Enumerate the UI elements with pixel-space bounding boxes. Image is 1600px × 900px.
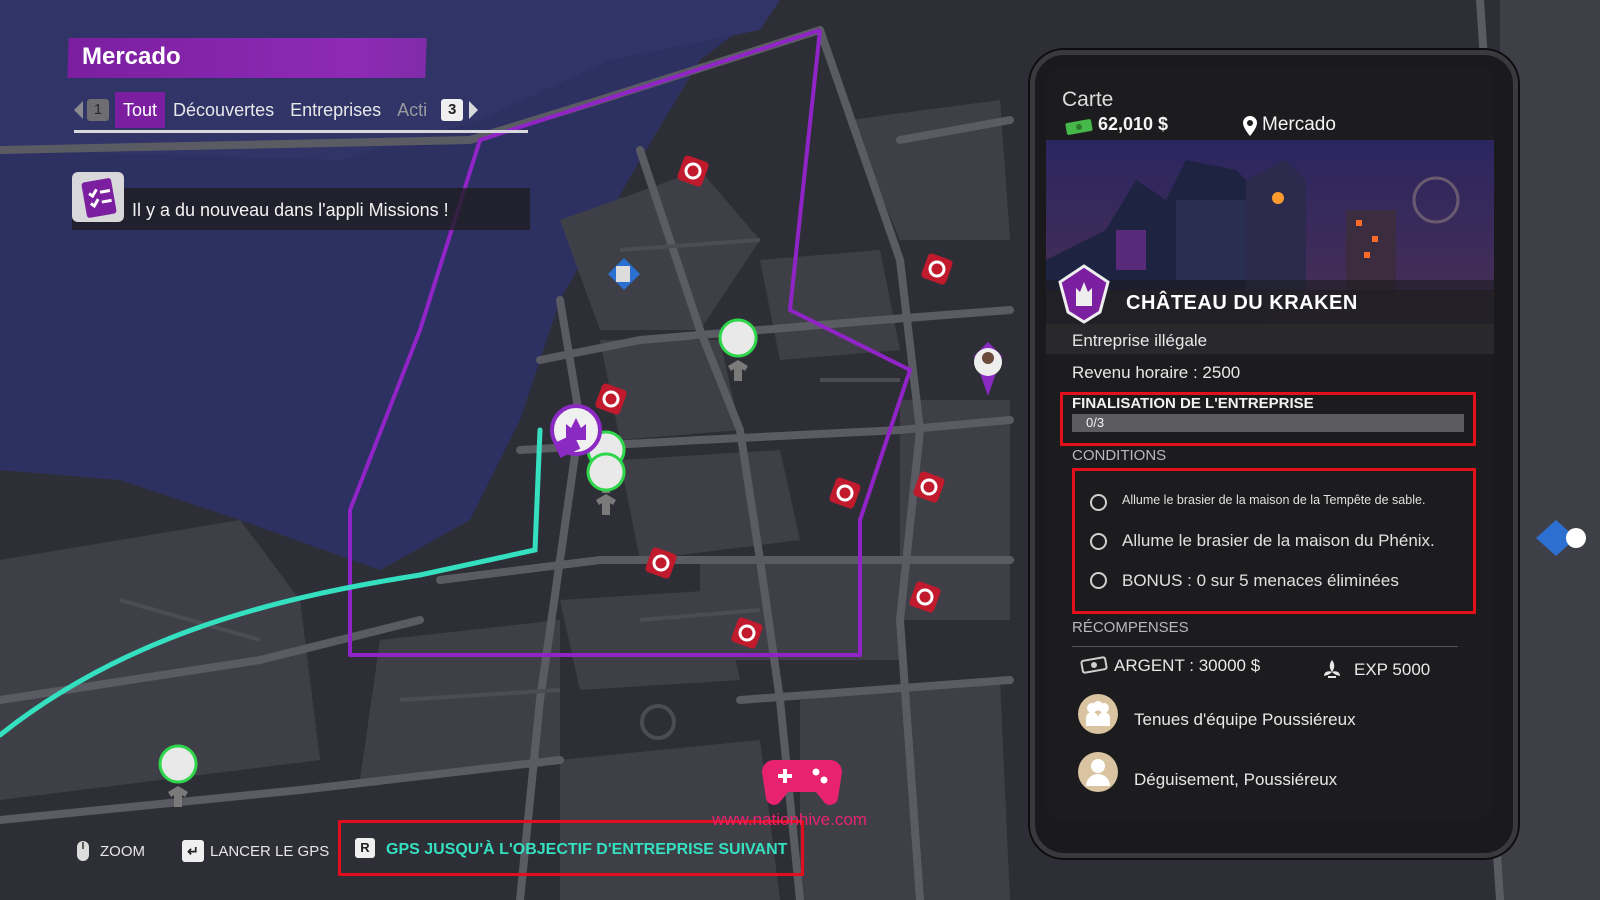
cash-icon [1064,118,1094,141]
notification-text: Il y a du nouveau dans l'appli Missions … [132,200,449,220]
location-name: Mercado [1262,114,1336,135]
reward-money: ARGENT : 30000 $ [1114,656,1261,675]
missions-app-icon [72,172,124,222]
completion-progress-track [1072,414,1464,432]
condition-1-radio [1090,494,1107,511]
rewards-label: RÉCOMPENSES [1072,619,1189,636]
tab-activities[interactable]: Acti [389,92,441,128]
tab-prev-key[interactable]: 1 [87,99,109,121]
business-emblem-icon [1052,264,1116,329]
condition-3: BONUS : 0 sur 5 menaces éliminées [1122,571,1399,590]
tabs-underline [74,130,528,133]
r-key-icon: R [355,838,375,858]
tab-prev-arrow-icon[interactable] [74,101,83,119]
business-type: Entreprise illégale [1072,331,1208,350]
condition-3-radio [1090,572,1107,589]
condition-2-radio [1090,533,1107,550]
tab-next-key[interactable]: 3 [441,99,464,121]
disguise-icon [1078,752,1118,792]
launch-gps-hint[interactable]: LANCER LE GPS [210,843,329,860]
team-outfit-icon [1078,694,1118,734]
enter-key-icon: ↵ [182,840,204,862]
completion-label: FINALISATION DE L'ENTREPRISE [1072,395,1314,412]
zoom-hint[interactable]: ZOOM [100,843,145,860]
tab-all[interactable]: Tout [115,92,166,128]
condition-1: Allume le brasier de la maison de la Tem… [1122,493,1426,507]
reward-item-2: Déguisement, Poussiéreux [1134,770,1338,789]
fleur-de-lis-icon [1320,658,1344,687]
tab-next-arrow-icon[interactable] [469,101,479,119]
tab-businesses[interactable]: Entreprises [282,92,389,128]
card-header: Carte [1062,88,1114,111]
gamepad-logo-icon [760,752,844,815]
location-pin-icon [1242,116,1258,141]
region-title: Mercado [82,43,181,70]
condition-2: Allume le brasier de la maison du Phénix… [1122,531,1435,550]
reward-item-1: Tenues d'équipe Poussiéreux [1134,710,1356,729]
gps-next-objective-button[interactable]: GPS JUSQU'À L'OBJECTIF D'ENTREPRISE SUIV… [386,841,787,859]
hourly-income: Revenu horaire : 2500 [1072,363,1241,382]
business-name: CHÂTEAU DU KRAKEN [1126,292,1358,314]
conditions-label: CONDITIONS [1072,447,1167,464]
mouse-icon [76,840,90,867]
reward-exp: EXP 5000 [1354,660,1431,679]
filter-tabs: 1 Tout Découvertes Entreprises Acti 3 [74,92,479,128]
completion-progress-text: 0/3 [1086,415,1105,430]
watermark-url: www.nationhive.com [712,810,867,829]
money-balance: 62,010 $ [1098,114,1169,134]
tab-discoveries[interactable]: Découvertes [165,92,282,128]
cash-reward-icon [1080,656,1108,679]
rewards-divider [1072,646,1458,647]
